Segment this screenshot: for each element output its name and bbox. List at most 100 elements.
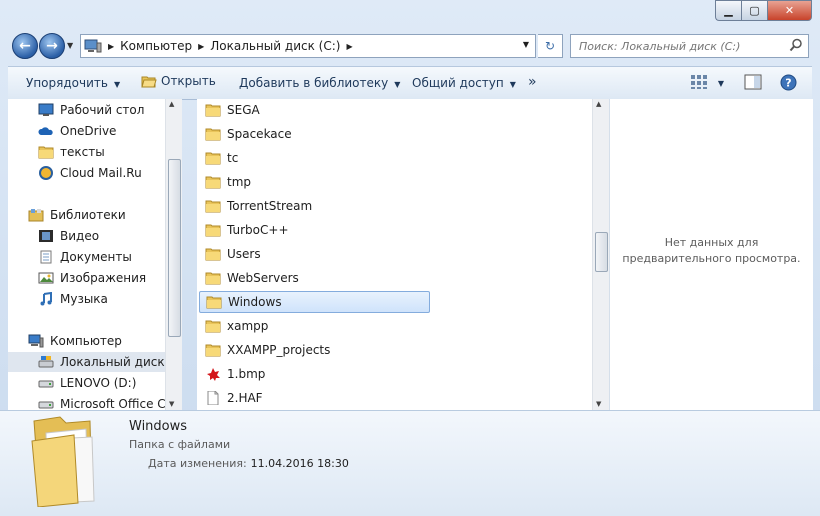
bmp-file-icon [207,368,220,381]
help-icon: ? [780,74,797,91]
minimize-button[interactable]: ▁ [715,0,741,21]
breadcrumb-chevron-icon[interactable]: ▶ [346,42,352,51]
documents-icon [40,250,52,264]
list-item[interactable]: Users [199,243,428,265]
breadcrumb-drive-c[interactable]: Локальный диск (C:) [210,39,340,53]
address-bar[interactable]: ▶ Компьютер ▶ Локальный диск (C:) ▶ ▼ [80,34,536,58]
add-to-library-button[interactable]: Добавить в библиотеку ▼ [239,76,400,90]
nav-item-pictures[interactable]: Изображения [8,268,181,288]
navigation-bar: ← → ▼ ▶ Компьютер ▶ Локальный диск (C:) … [10,33,810,59]
list-item[interactable]: SEGA [199,99,428,121]
folder-icon [31,416,95,507]
organize-button[interactable]: Упорядочить ▼ [26,76,120,90]
nav-item-local-disk-c[interactable]: Локальный диск (C:) [8,352,181,372]
help-button[interactable]: ? [780,74,797,94]
explorer-window: ▁ ▢ ✕ ← → ▼ ▶ Компьютер ▶ Локальный диск… [0,0,820,516]
list-item-selected[interactable]: Windows [199,291,430,313]
folder-icon [206,296,222,309]
command-bar: Упорядочить ▼ Открыть Добавить в библиоте… [8,66,812,100]
nav-item-video[interactable]: Видео [8,226,181,246]
file-icon [207,391,219,405]
folder-icon [205,152,221,165]
drive-icon [38,380,54,388]
scroll-down-icon[interactable]: ▼ [596,400,601,408]
caption-buttons: ▁ ▢ ✕ [715,0,812,21]
nav-item-cloud-mail[interactable]: Cloud Mail.Ru [8,163,181,183]
list-item[interactable]: tc [199,147,428,169]
details-item-name: Windows [129,419,188,434]
nav-item-onedrive[interactable]: OneDrive [8,121,181,141]
refresh-icon: ↻ [544,39,556,53]
nav-item-libraries[interactable]: Библиотеки [8,205,181,225]
libraries-icon [28,209,44,222]
breadcrumb-computer[interactable]: Компьютер [120,39,192,53]
list-item[interactable]: 1.bmp [199,363,428,385]
scroll-up-icon[interactable]: ▲ [169,100,174,108]
forward-button[interactable]: → [39,33,65,59]
address-history-chevron-icon[interactable]: ▼ [523,40,529,49]
nav-item-desktop[interactable]: Рабочий стол [8,100,181,120]
list-item[interactable]: XXAMPP_projects [199,339,428,361]
search-input[interactable] [577,38,786,54]
folder-icon [38,146,54,159]
video-icon [39,230,53,242]
folder-icon [205,200,221,213]
preview-pane-icon [744,74,762,90]
breadcrumb-chevron-icon[interactable]: ▶ [108,42,114,51]
list-item[interactable]: Spacekace [199,123,428,145]
nav-item-documents[interactable]: Документы [8,247,181,267]
nav-item-office-click-to-run[interactable]: Microsoft Office Click-to-Run [8,394,181,410]
chevron-down-icon: ▼ [509,80,516,89]
preview-message: Нет данных для предварительного просмотр… [622,235,801,265]
preview-pane-button[interactable] [744,74,762,93]
scrollbar-thumb[interactable] [168,159,181,337]
nav-item-texts[interactable]: тексты [8,142,181,162]
search-icon[interactable] [789,38,803,52]
scroll-up-icon[interactable]: ▲ [596,100,601,108]
list-item[interactable]: xampp [199,315,428,337]
maximize-button[interactable]: ▢ [741,0,767,21]
nav-item-music[interactable]: Музыка [8,289,181,309]
view-grid-icon [691,75,707,89]
nav-pane-scrollbar[interactable]: ▲ ▼ [165,99,182,410]
open-button[interactable]: Открыть [141,74,216,88]
open-folder-icon [141,76,157,88]
folder-icon [205,272,221,285]
search-box[interactable] [570,34,809,58]
chevron-down-icon: ▼ [717,79,724,88]
more-commands-button[interactable]: » [528,74,537,90]
folder-icon [205,344,221,357]
nav-item-computer[interactable]: Компьютер [8,331,181,351]
list-item[interactable]: TorrentStream [199,195,428,217]
share-button[interactable]: Общий доступ ▼ [412,76,516,90]
details-item-type: Папка с файлами [129,438,231,451]
list-item[interactable]: 2.HAF [199,387,428,409]
close-button[interactable]: ✕ [767,0,812,21]
chevron-down-icon: ▼ [113,80,121,89]
recent-pages-chevron-icon[interactable]: ▼ [67,41,73,50]
svg-text:?: ? [785,77,791,90]
navigation-pane: Рабочий стол OneDrive тексты Cloud Mail.… [8,99,182,410]
file-list: SEGA Spacekace tc tmp TorrentStream Turb… [197,99,592,410]
folder-icon [205,128,221,141]
scrollbar-thumb[interactable] [595,232,608,272]
list-item[interactable]: WebServers [199,267,428,289]
folder-icon [205,104,221,117]
list-item[interactable]: TurboC++ [199,219,428,241]
list-item[interactable]: tmp [199,171,428,193]
details-pane: Windows Папка с файлами Дата изменения: 1… [0,410,820,516]
drive-icon [38,401,54,409]
nav-item-lenovo-d[interactable]: LENOVO (D:) [8,373,181,393]
scroll-down-icon[interactable]: ▼ [169,400,174,408]
onedrive-icon [38,127,53,135]
file-list-scrollbar[interactable]: ▲ ▼ [592,99,609,410]
cloud-icon [39,166,53,180]
folder-icon [205,320,221,333]
music-icon [40,292,52,306]
breadcrumb-chevron-icon[interactable]: ▶ [198,42,204,51]
back-button[interactable]: ← [12,33,38,59]
change-view-button[interactable]: ▼ [690,74,724,93]
drive-icon [38,356,54,368]
computer-icon [84,39,102,53]
refresh-button[interactable]: ↻ [538,34,563,58]
